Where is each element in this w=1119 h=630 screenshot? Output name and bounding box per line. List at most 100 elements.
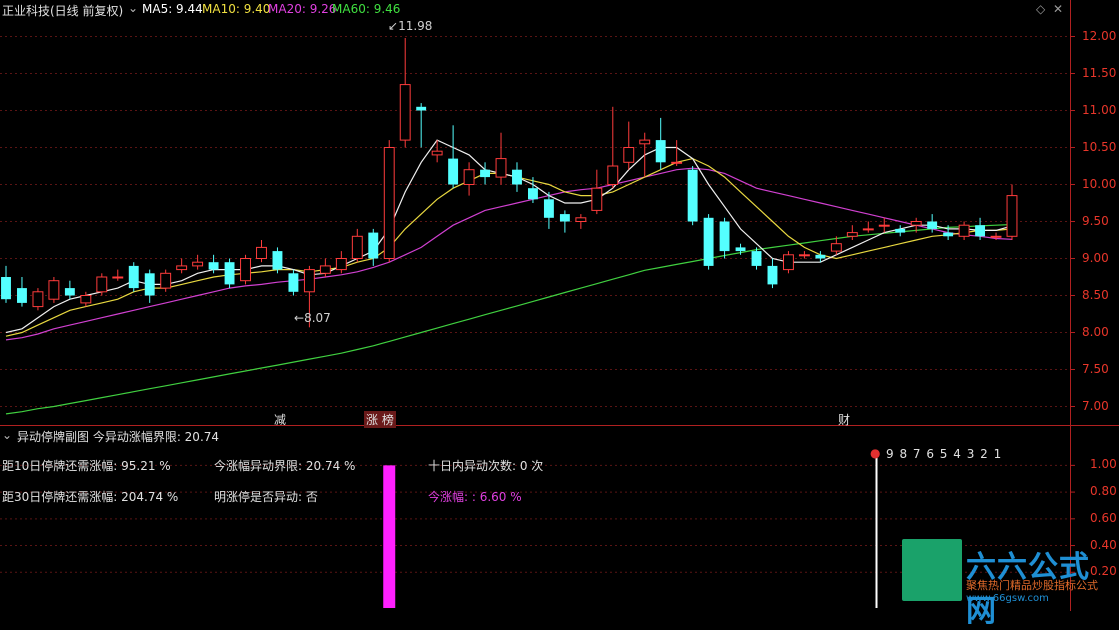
candle-down [687,169,698,222]
candle-down [1,277,11,300]
ma10-label: MA10: 9.40 [202,2,271,16]
sub-panel-title[interactable]: 异动停牌副图 今异动涨幅界限: 20.74 [17,428,219,445]
chevron-down-icon[interactable]: ⌄ [128,1,138,15]
candle-down [272,251,283,270]
candle-up [862,228,874,231]
candle-up [351,235,363,260]
watermark-logo-icon [902,539,962,601]
price-axis-label: 9.00 [1082,250,1109,265]
d10-count-stat: 十日内异动次数: 0 次 [428,459,544,473]
price-axis-label: 7.50 [1082,361,1109,376]
candle-up [399,84,411,141]
price-axis-label: 11.00 [1082,102,1117,117]
watermark-slogan: 聚焦热门精品炒股指标公式 [966,579,1098,592]
candle-down [64,288,75,296]
watermark-url: www.66gsw.com [966,593,1049,604]
candle-down [17,288,27,303]
candle-up [431,150,443,156]
candle-up [575,217,587,223]
sub-bar [383,465,396,608]
candle-down [528,188,538,200]
price-axis-label: 9.50 [1082,213,1109,228]
price-axis-label: 8.50 [1082,287,1109,302]
candle-up [1006,195,1018,237]
ma20-line [5,167,1013,341]
ma10-line [5,157,1013,337]
candle-up [671,161,683,164]
candle-down [543,199,554,218]
ma20-label: MA20: 9.26 [268,2,337,16]
candle-down [416,106,427,111]
candle-up [463,169,475,185]
candle-down [480,169,490,178]
candle-down [735,247,746,252]
candle-down [288,273,299,292]
candle-up [256,246,267,259]
sub-axis-label: 0.60 [1090,510,1117,525]
candle-up [878,224,890,227]
candle-down [815,254,826,259]
candle-down [655,140,666,163]
sub-axis-label: 0.20 [1090,564,1117,579]
candle-up [176,265,188,271]
sub-chevron-icon[interactable]: ⌄ [2,428,12,442]
price-axis-label: 10.00 [1082,176,1117,191]
candle-up [192,261,204,267]
candle-down [927,221,938,229]
candle-down [128,265,139,289]
candle-up [383,147,395,259]
kline-chart[interactable] [0,0,1119,611]
limit-up-stat: 明涨停是否异动: 否 [214,490,318,504]
candle-down [895,228,906,233]
countdown-label: 9 8 7 6 5 4 3 2 1 [886,447,1003,461]
sub-axis-label: 0.40 [1090,537,1117,552]
high-annotation: ↙11.98 [388,19,433,33]
candle-up [591,187,603,211]
price-axis-label: 7.00 [1082,398,1109,413]
candle-down [559,214,570,222]
candle-up [958,224,970,237]
candle-down [767,265,778,285]
sub-axis-label: 1.00 [1090,457,1117,472]
today-gain-stat: 今涨幅: : 6.60 % [428,490,522,504]
marker-reduce[interactable]: 减 [274,411,286,428]
sub-axis-label: 0.80 [1090,484,1117,499]
candle-up [303,269,315,293]
d30-stat: 距30日停牌还需涨幅: 204.74 % [2,490,179,504]
candle-up [32,291,44,308]
price-axis-label: 10.50 [1082,139,1117,154]
price-axis-label: 11.50 [1082,65,1117,80]
candle-up [319,265,331,274]
candle-down [144,273,155,296]
candle-up [80,295,92,304]
candle-up [495,158,507,178]
candle-up [48,280,60,300]
candle-up [798,254,810,257]
diamond-icon[interactable]: ◇ [1036,2,1045,16]
record-icon: ● [870,446,881,460]
candle-up [112,276,124,279]
candle-down [208,262,219,270]
marker-finance[interactable]: 财 [838,411,850,428]
candle-down [368,232,379,259]
candle-up [240,258,251,282]
candle-down [719,221,730,252]
candle-up [335,258,347,271]
close-icon[interactable]: ✕ [1053,2,1063,16]
candle-up [96,276,108,293]
ma5-label: MA5: 9.44 [142,2,203,16]
stock-title[interactable]: 正业科技(日线 前复权) [2,2,123,19]
candle-up [639,139,651,145]
candle-up [846,232,858,237]
marker-rank[interactable]: 涨 榜 [364,411,396,428]
price-axis-label: 12.00 [1082,28,1117,43]
candle-up [830,243,842,252]
candle-down [975,225,986,237]
candle-up [782,254,794,271]
candle-down [703,217,714,266]
ma60-label: MA60: 9.46 [332,2,401,16]
candle-up [910,221,922,226]
low-annotation: ←8.07 [294,311,331,325]
today-limit-stat: 今涨幅异动界限: 20.74 % [214,459,356,473]
candle-down [224,262,235,285]
